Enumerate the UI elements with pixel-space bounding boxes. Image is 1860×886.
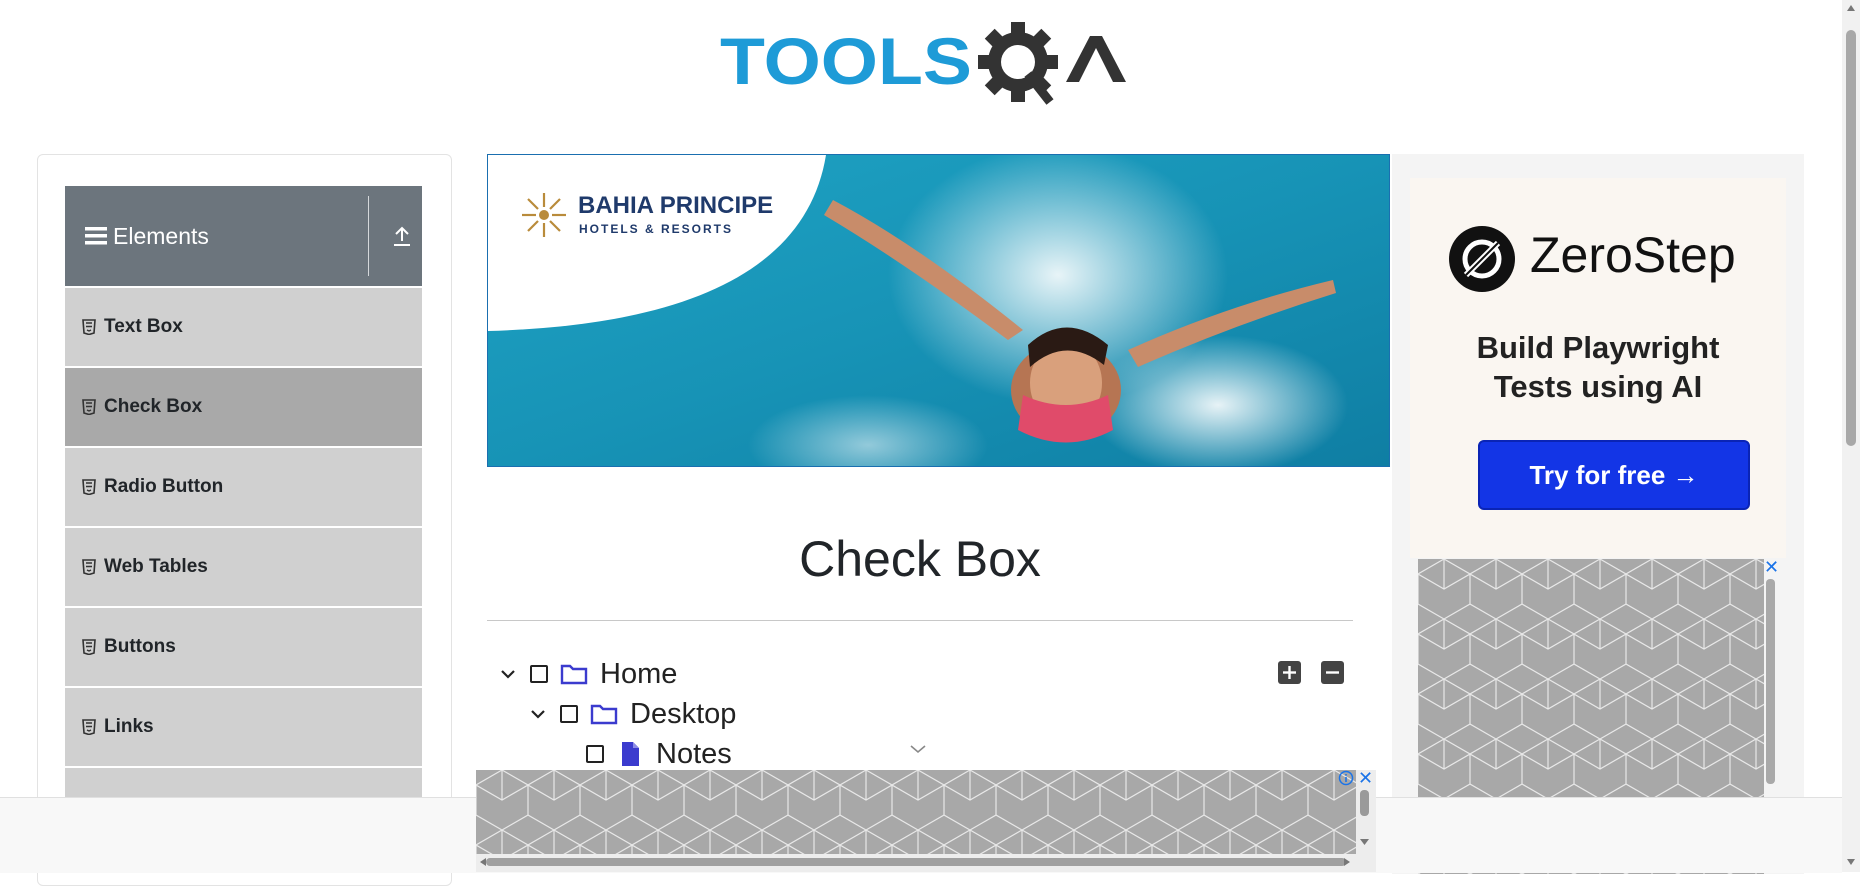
folder-icon: [560, 664, 588, 685]
logo-tools-text: TOOLS: [720, 24, 972, 98]
try-for-free-button[interactable]: Try for free →: [1478, 440, 1750, 510]
chevron-down-icon[interactable]: [528, 704, 548, 724]
checkbox-desktop[interactable]: [560, 705, 578, 723]
tree-node-label[interactable]: Desktop: [630, 698, 736, 731]
zerostep-ad-card[interactable]: ZeroStep Build Playwright Tests using AI…: [1410, 178, 1786, 558]
elements-menu-list: Text Box Check Box Radio Button Web Tabl…: [65, 286, 422, 846]
scroll-up-icon[interactable]: [1846, 4, 1856, 12]
page-scrollbar-thumb[interactable]: [1846, 30, 1856, 446]
page-scrollbar[interactable]: [1842, 0, 1860, 872]
bahia-principe-logo-icon: [522, 193, 566, 237]
title-divider: [487, 620, 1353, 621]
zerostep-brand: ZeroStep: [1530, 227, 1736, 283]
sidebar-item-web-tables[interactable]: Web Tables: [65, 526, 422, 606]
top-banner-ad[interactable]: BAHIA PRINCIPE HOTELS & RESORTS: [487, 154, 1390, 467]
logo-a-letter: [1066, 36, 1126, 82]
html5-icon: [82, 559, 96, 575]
sidebar-item-text-box[interactable]: Text Box: [65, 286, 422, 366]
tree-node-desktop: Desktop: [528, 696, 736, 732]
collapse-upload-icon[interactable]: [391, 224, 413, 248]
sidebar-item-label: Check Box: [104, 396, 203, 417]
html5-icon: [82, 399, 96, 415]
html5-icon: [82, 319, 96, 335]
sidebar: Elements Text Box Check Box Radio Button…: [37, 154, 452, 886]
bottom-sticky-ad[interactable]: ✕: [476, 769, 1376, 872]
banner-brand-subtitle: HOTELS & RESORTS: [579, 222, 733, 236]
plus-square-icon: [1283, 666, 1296, 679]
headline-line-1: Build Playwright: [1476, 330, 1720, 365]
ad-placeholder-pattern: [476, 770, 1376, 872]
html5-icon: [82, 639, 96, 655]
sidebar-item-label: Radio Button: [104, 476, 224, 497]
sidebar-item-label: Links: [104, 716, 154, 737]
zerostep-logo-icon: [1449, 226, 1515, 292]
sidebar-item-label: Web Tables: [104, 556, 208, 577]
minus-square-icon: [1326, 671, 1339, 674]
tree-node-home: Home: [498, 656, 677, 692]
pool-photo: BAHIA PRINCIPE HOTELS & RESORTS: [488, 155, 1389, 466]
chevron-down-icon[interactable]: [498, 664, 518, 684]
collapse-all-button[interactable]: [1321, 661, 1344, 684]
tree-node-label[interactable]: Notes: [656, 738, 732, 771]
right-sidebar-ad[interactable]: ZeroStep Build Playwright Tests using AI…: [1392, 154, 1804, 874]
group-title: Elements: [113, 222, 209, 249]
sidebar-item-check-box[interactable]: Check Box: [65, 366, 422, 446]
zerostep-headline: Build Playwright Tests using AI: [1410, 328, 1786, 406]
toolsqa-logo[interactable]: TOOLS: [720, 18, 1128, 116]
sidebar-item-label: Text Box: [104, 316, 183, 337]
sidebar-item-links[interactable]: Links: [65, 686, 422, 766]
headline-line-2: Tests using AI: [1493, 369, 1703, 404]
adchoices-info-icon[interactable]: [1338, 770, 1354, 786]
chevron-down-icon[interactable]: [908, 742, 928, 756]
elements-group-header[interactable]: Elements: [65, 186, 422, 286]
header-divider: [368, 196, 369, 276]
tree-node-notes: Notes: [574, 736, 732, 772]
gear-icon: [978, 22, 1058, 105]
banner-brand-name: BAHIA PRINCIPE: [578, 192, 773, 219]
checkbox-home[interactable]: [530, 665, 548, 683]
ad-scrollbar[interactable]: [1766, 579, 1775, 784]
sidebar-item-label: Buttons: [104, 636, 176, 657]
html5-icon: [82, 719, 96, 735]
ad-close-icon[interactable]: ✕: [1764, 558, 1779, 576]
expand-all-button[interactable]: [1278, 661, 1301, 684]
ad-close-icon[interactable]: ✕: [1358, 769, 1373, 787]
file-icon: [622, 742, 639, 766]
checkbox-notes[interactable]: [586, 745, 604, 763]
tree-node-label[interactable]: Home: [600, 658, 677, 691]
page-title: Check Box: [799, 531, 1041, 587]
folder-icon: [590, 704, 618, 725]
sidebar-item-radio-button[interactable]: Radio Button: [65, 446, 422, 526]
sidebar-item-buttons[interactable]: Buttons: [65, 606, 422, 686]
scroll-down-icon[interactable]: [1846, 858, 1856, 866]
hamburger-icon: [85, 227, 107, 245]
html5-icon: [82, 479, 96, 495]
